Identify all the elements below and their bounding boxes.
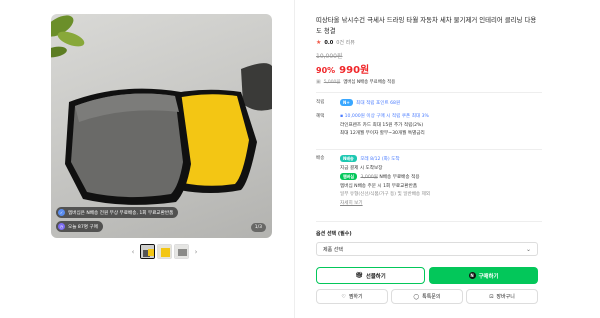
npay-tag: N+ [340, 99, 353, 106]
purchase-count-text: 오늘 87명 구매 [68, 224, 98, 230]
cart-button[interactable]: ⊡ 장바구니 [466, 289, 538, 304]
delivery-body: N배송 모레 8/12 (화) 도착 지금 결제 시 도착보장 멤버십 3,00… [340, 155, 540, 209]
option-label: 옵션 선택 (필수) [316, 231, 352, 237]
membership-tag: 멤버십 [340, 173, 358, 181]
divider [316, 221, 542, 222]
thumbnail-strip: ‹ › [128, 244, 201, 259]
membership-old-fee: 5,000원 [323, 80, 341, 85]
delivery-old-fee: 3,000원 [360, 175, 378, 181]
buy-button-label: 구매하기 [478, 273, 499, 280]
delivery-label: 배송 [316, 156, 325, 161]
benefit-line-2: 라인프렌즈 카드 최대 15원 추가 적립(2%) [340, 122, 424, 128]
rating-summary[interactable]: ★ 0.0 0건 리뷰 [316, 39, 355, 46]
ndelivery-tag: N배송 [340, 155, 357, 162]
delivery-eta-line: N배송 모레 8/12 (화) 도착 [340, 155, 540, 165]
thumbnail-3-image [175, 245, 188, 258]
benefit-line-1-text: 10,000원 이상 구매 시 적립 쿠폰 최대 3% [344, 114, 429, 119]
thumbnail-prev-arrow[interactable]: ‹ [128, 248, 138, 256]
delivery-line-3-text: N배송 무료배송 적용 [379, 175, 420, 181]
heart-icon: ♡ [341, 293, 346, 300]
panel-divider [294, 0, 295, 318]
thumbnail-3[interactable] [174, 244, 189, 259]
delivery-eta: 모레 8/12 (화) 도착 [360, 157, 400, 162]
gift-icon: 🎁︎ [355, 272, 363, 279]
delivery-benefit-badge: ✓ 멤버십은 N배송 전원 무상 무료배송, 1회 무료교환반품 [56, 207, 179, 218]
rating-score: 0.0 [324, 39, 334, 46]
delivery-line-4: 멤버십 N배송 주문 시 1회 무료교환반품 [340, 183, 418, 189]
star-icon: ★ [316, 39, 322, 46]
membership-note-text: 멤버십 N배송 무료배송 적용 [343, 80, 396, 85]
original-price: 10,000원 [316, 53, 343, 60]
cart-button-label: 장바구니 [496, 294, 515, 300]
delivery-more-link[interactable]: 자세히 보기 [340, 200, 540, 209]
purchase-count-badge: ◷ 오늘 87명 구매 [56, 221, 103, 232]
benefit-line-3: 최대 12개월 무이자 할부~30개월 특별금리 [340, 131, 425, 137]
thumbnail-2[interactable] [157, 244, 172, 259]
npay-icon: N [468, 272, 476, 279]
divider [316, 92, 542, 93]
benefit-line-1: ▪ 10,000원 이상 구매 시 적립 쿠폰 최대 3% [340, 113, 540, 122]
chat-bubble-icon: ◯ [413, 293, 420, 300]
thumbnail-next-arrow[interactable]: › [191, 248, 201, 256]
image-page-counter: 1/3 [250, 223, 266, 232]
cart-icon: ⊡ [489, 293, 494, 300]
sale-price: 990원 [339, 65, 370, 76]
point-label: 적립 [316, 100, 325, 105]
point-row: 적립 N+ 최대 적립 포인트 68원 [316, 99, 542, 109]
divider [316, 149, 542, 150]
option-select-value: 제품 선택 [323, 246, 343, 253]
delivery-icon: ✓ [58, 209, 65, 216]
delivery-line-2: 지금 결제 시 도착보장 [340, 165, 383, 171]
delivery-benefit-text: 멤버십은 N배송 전원 무상 무료배송, 1회 무료교환반품 [68, 210, 174, 216]
delivery-line-3: 멤버십 3,000원 N배송 무료배송 적용 [340, 173, 540, 183]
like-button[interactable]: ♡ 찜하기 [316, 289, 388, 304]
main-product-image[interactable]: ✓ 멤버십은 N배송 전원 무상 무료배송, 1회 무료교환반품 ◷ 오늘 87… [51, 14, 272, 238]
benefit-body: ▪ 10,000원 이상 구매 시 적립 쿠폰 최대 3% 라인프렌즈 카드 최… [340, 113, 540, 139]
gift-button[interactable]: 🎁︎ 선물하기 [316, 267, 425, 284]
thumbnail-2-image [158, 245, 171, 258]
thumbnail-1[interactable] [140, 244, 155, 259]
option-select[interactable]: 제품 선택 ⌄ [316, 242, 538, 256]
benefit-label: 혜택 [316, 114, 325, 119]
benefit-row: 혜택 ▪ 10,000원 이상 구매 시 적립 쿠폰 최대 3% 라인프렌즈 카… [316, 113, 542, 143]
like-button-label: 찜하기 [348, 294, 363, 300]
discount-rate: 90% [316, 66, 336, 75]
membership-price-note: ▣ 5,000원 멤버십 N배송 무료배송 적용 [316, 76, 542, 88]
towel-photo-illustration [51, 15, 272, 205]
delivery-row: 배송 N배송 모레 8/12 (화) 도착 지금 결제 시 도착보장 멤버십 3… [316, 155, 542, 213]
buy-button[interactable]: N 구매하기 [429, 267, 538, 284]
point-text[interactable]: 최대 적립 포인트 68원 [356, 101, 400, 106]
product-title: 띠상타올 낚시수건 극세사 드라잉 타월 자동차 세차 물기제거 인테리어 클리… [316, 16, 537, 35]
talk-button-label: 톡톡문의 [422, 294, 441, 300]
product-gallery: ✓ 멤버십은 N배송 전원 무상 무료배송, 1회 무료교환반품 ◷ 오늘 87… [51, 14, 272, 264]
price-row: 90% 990원 [316, 61, 369, 76]
card-icon: ▪ [340, 114, 344, 119]
point-body: N+ 최대 적립 포인트 68원 [340, 99, 540, 109]
clock-icon: ◷ [58, 223, 65, 230]
review-count: 0건 리뷰 [336, 40, 355, 46]
thumbnail-1-image [141, 245, 154, 258]
coupon-icon: ▣ [316, 79, 321, 85]
chevron-down-icon: ⌄ [525, 245, 531, 253]
talk-inquiry-button[interactable]: ◯ 톡톡문의 [391, 289, 463, 304]
delivery-line-5: 일부 유형(신선/식품/가구 등) 및 일반배송 제외 [340, 192, 431, 198]
gift-button-label: 선물하기 [365, 273, 386, 280]
